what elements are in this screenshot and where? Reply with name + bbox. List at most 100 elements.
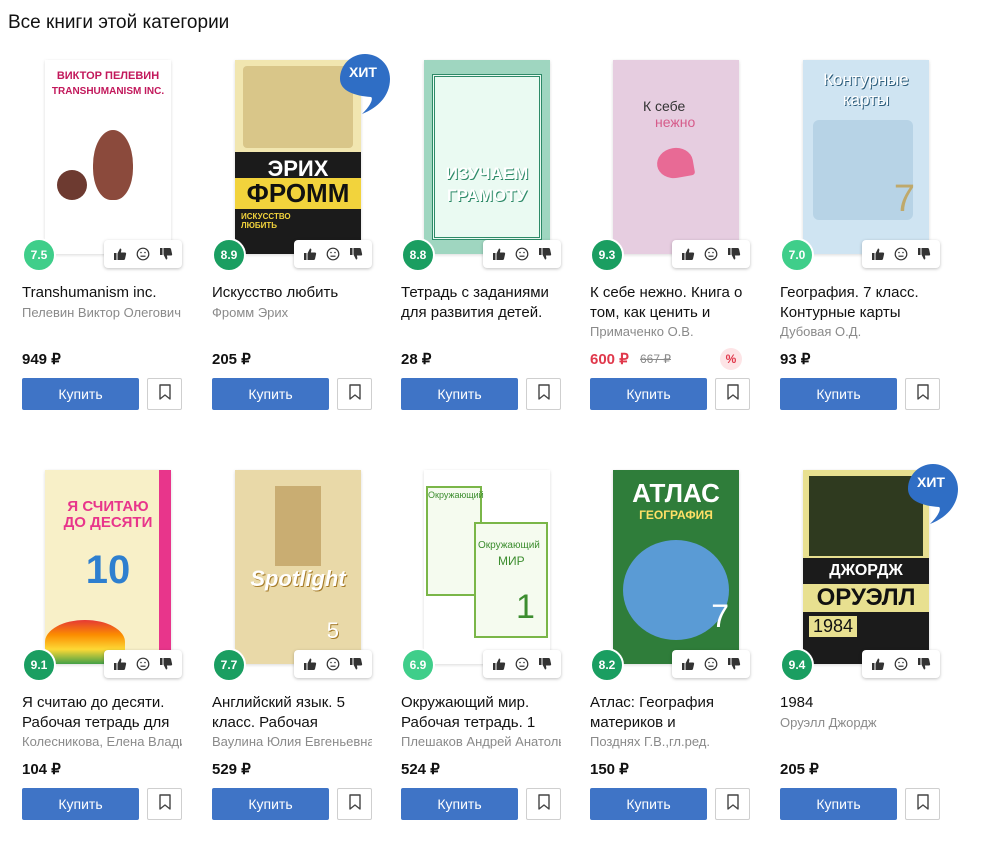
thumbs-up-icon[interactable] [871, 247, 885, 261]
neutral-face-icon[interactable] [515, 657, 529, 671]
book-title[interactable]: Transhumanism inc. [22, 283, 194, 303]
neutral-face-icon[interactable] [894, 657, 908, 671]
thumbs-up-icon[interactable] [492, 657, 506, 671]
hit-label: ХИТ [349, 64, 377, 80]
book-cover-area[interactable]: Spotlight 5 7.7 [212, 462, 384, 682]
neutral-face-icon[interactable] [326, 247, 340, 261]
bookmark-button[interactable] [526, 378, 561, 410]
neutral-face-icon[interactable] [515, 247, 529, 261]
book-cover-image[interactable]: ИЗУЧАЕМ ГРАМОТУ [424, 60, 550, 254]
book-author[interactable]: Дубовая О.Д. [780, 324, 940, 339]
thumbs-down-icon[interactable] [349, 247, 363, 261]
book-card[interactable]: ИЗУЧАЕМ ГРАМОТУ 8.8 Тетрадь с заданиями … [401, 52, 573, 472]
thumbs-down-icon[interactable] [538, 657, 552, 671]
thumbs-down-icon[interactable] [538, 247, 552, 261]
book-title[interactable]: Атлас: География материков и [590, 693, 762, 733]
book-card[interactable]: ВИКТОР ПЕЛЕВИН TRANSHUMANISM INC. 7.5 Tr… [22, 52, 194, 472]
bookmark-button[interactable] [147, 378, 182, 410]
thumbs-up-icon[interactable] [871, 657, 885, 671]
book-card[interactable]: Spotlight 5 7.7 Английский язык. 5 класс… [212, 462, 384, 860]
book-author[interactable]: Фромм Эрих [212, 305, 372, 320]
bookmark-button[interactable] [905, 788, 940, 820]
book-title[interactable]: 1984 [780, 693, 952, 713]
book-card[interactable]: Окружающий Окружающий МИР 1 6.9 Окружающ… [401, 462, 573, 860]
thumbs-up-icon[interactable] [303, 657, 317, 671]
book-card[interactable]: ЭРИХ ФРОММ ИСКУССТВО ЛЮБИТЬ ХИТ 8.9 Иску… [212, 52, 390, 472]
thumbs-down-icon[interactable] [159, 657, 173, 671]
bookmark-button[interactable] [337, 378, 372, 410]
book-title[interactable]: Английский язык. 5 класс. Рабочая [212, 693, 384, 733]
thumbs-down-icon[interactable] [917, 657, 931, 671]
buy-button[interactable]: Купить [780, 788, 897, 820]
book-title[interactable]: К себе нежно. Книга о том, как ценить и [590, 283, 762, 323]
book-cover-image[interactable]: Контурные карты 7 [803, 60, 929, 254]
book-card[interactable]: ДЖОРДЖ ОРУЭЛЛ 1984 ХИТ 9.4 1984 Оруэлл Д… [780, 462, 958, 860]
neutral-face-icon[interactable] [704, 657, 718, 671]
book-author[interactable]: Плешаков Андрей Анатольевич [401, 734, 561, 749]
thumbs-up-icon[interactable] [113, 657, 127, 671]
book-cover-area[interactable]: ВИКТОР ПЕЛЕВИН TRANSHUMANISM INC. 7.5 [22, 52, 194, 272]
bookmark-button[interactable] [337, 788, 372, 820]
neutral-face-icon[interactable] [136, 247, 150, 261]
book-title[interactable]: География. 7 класс. Контурные карты [780, 283, 952, 323]
book-author[interactable]: Оруэлл Джордж [780, 715, 940, 730]
price-row: 529 ₽ [212, 760, 384, 782]
buy-button[interactable]: Купить [401, 378, 518, 410]
neutral-face-icon[interactable] [326, 657, 340, 671]
buy-button[interactable]: Купить [590, 378, 707, 410]
buy-button[interactable]: Купить [780, 378, 897, 410]
book-cover-area[interactable]: К себе нежно 9.3 [590, 52, 762, 272]
buy-button[interactable]: Купить [22, 788, 139, 820]
buy-button[interactable]: Купить [590, 788, 707, 820]
book-card[interactable]: Я СЧИТАЮ ДО ДЕСЯТИ 10 9.1 Я считаю до де… [22, 462, 194, 860]
buy-button[interactable]: Купить [22, 378, 139, 410]
book-cover-image[interactable]: Окружающий Окружающий МИР 1 [424, 470, 550, 664]
book-cover-image[interactable]: Я СЧИТАЮ ДО ДЕСЯТИ 10 [45, 470, 171, 664]
neutral-face-icon[interactable] [894, 247, 908, 261]
book-card[interactable]: К себе нежно 9.3 К себе нежно. Книга о т… [590, 52, 762, 472]
thumbs-down-icon[interactable] [349, 657, 363, 671]
bookmark-button[interactable] [715, 788, 750, 820]
book-cover-area[interactable]: Я СЧИТАЮ ДО ДЕСЯТИ 10 9.1 [22, 462, 194, 682]
book-cover-area[interactable]: ЭРИХ ФРОММ ИСКУССТВО ЛЮБИТЬ ХИТ 8.9 [212, 52, 390, 272]
thumbs-up-icon[interactable] [492, 247, 506, 261]
book-cover-area[interactable]: АТЛАС ГЕОГРАФИЯ 7 8.2 [590, 462, 762, 682]
book-cover-image[interactable]: ВИКТОР ПЕЛЕВИН TRANSHUMANISM INC. [45, 60, 171, 254]
thumbs-up-icon[interactable] [681, 247, 695, 261]
thumbs-down-icon[interactable] [727, 657, 741, 671]
book-cover-area[interactable]: Контурные карты 7 7.0 [780, 52, 952, 272]
book-title[interactable]: Тетрадь с заданиями для развития детей. [401, 283, 573, 323]
book-cover-image[interactable]: Spotlight 5 [235, 470, 361, 664]
buy-button[interactable]: Купить [212, 378, 329, 410]
buy-button[interactable]: Купить [401, 788, 518, 820]
buy-button[interactable]: Купить [212, 788, 329, 820]
neutral-face-icon[interactable] [704, 247, 718, 261]
book-author[interactable]: Колесникова, Елена Владимировна [22, 734, 182, 749]
book-author[interactable]: Позднях Г.В.,гл.ред. [590, 734, 750, 749]
book-cover-image[interactable]: К себе нежно [613, 60, 739, 254]
book-author[interactable]: Ваулина Юлия Евгеньевна [212, 734, 372, 749]
thumbs-up-icon[interactable] [113, 247, 127, 261]
bookmark-button[interactable] [905, 378, 940, 410]
book-title[interactable]: Я считаю до десяти. Рабочая тетрадь для [22, 693, 194, 733]
book-author[interactable]: Пелевин Виктор Олегович [22, 305, 182, 320]
bookmark-button[interactable] [147, 788, 182, 820]
thumbs-up-icon[interactable] [681, 657, 695, 671]
book-cover-area[interactable]: Окружающий Окружающий МИР 1 6.9 [401, 462, 573, 682]
book-cover-area[interactable]: ДЖОРДЖ ОРУЭЛЛ 1984 ХИТ 9.4 [780, 462, 958, 682]
bookmark-button[interactable] [526, 788, 561, 820]
book-title[interactable]: Искусство любить [212, 283, 384, 303]
thumbs-down-icon[interactable] [727, 247, 741, 261]
book-author[interactable]: Примаченко О.В. [590, 324, 750, 339]
book-card[interactable]: Контурные карты 7 7.0 География. 7 класс… [780, 52, 952, 472]
book-card[interactable]: АТЛАС ГЕОГРАФИЯ 7 8.2 Атлас: География м… [590, 462, 762, 860]
book-title[interactable]: Окружающий мир. Рабочая тетрадь. 1 [401, 693, 573, 733]
book-cover-area[interactable]: ИЗУЧАЕМ ГРАМОТУ 8.8 [401, 52, 573, 272]
book-cover-image[interactable]: АТЛАС ГЕОГРАФИЯ 7 [613, 470, 739, 664]
thumbs-down-icon[interactable] [917, 247, 931, 261]
thumbs-up-icon[interactable] [303, 247, 317, 261]
rating-badge: 9.3 [590, 238, 624, 272]
bookmark-button[interactable] [715, 378, 750, 410]
neutral-face-icon[interactable] [136, 657, 150, 671]
thumbs-down-icon[interactable] [159, 247, 173, 261]
